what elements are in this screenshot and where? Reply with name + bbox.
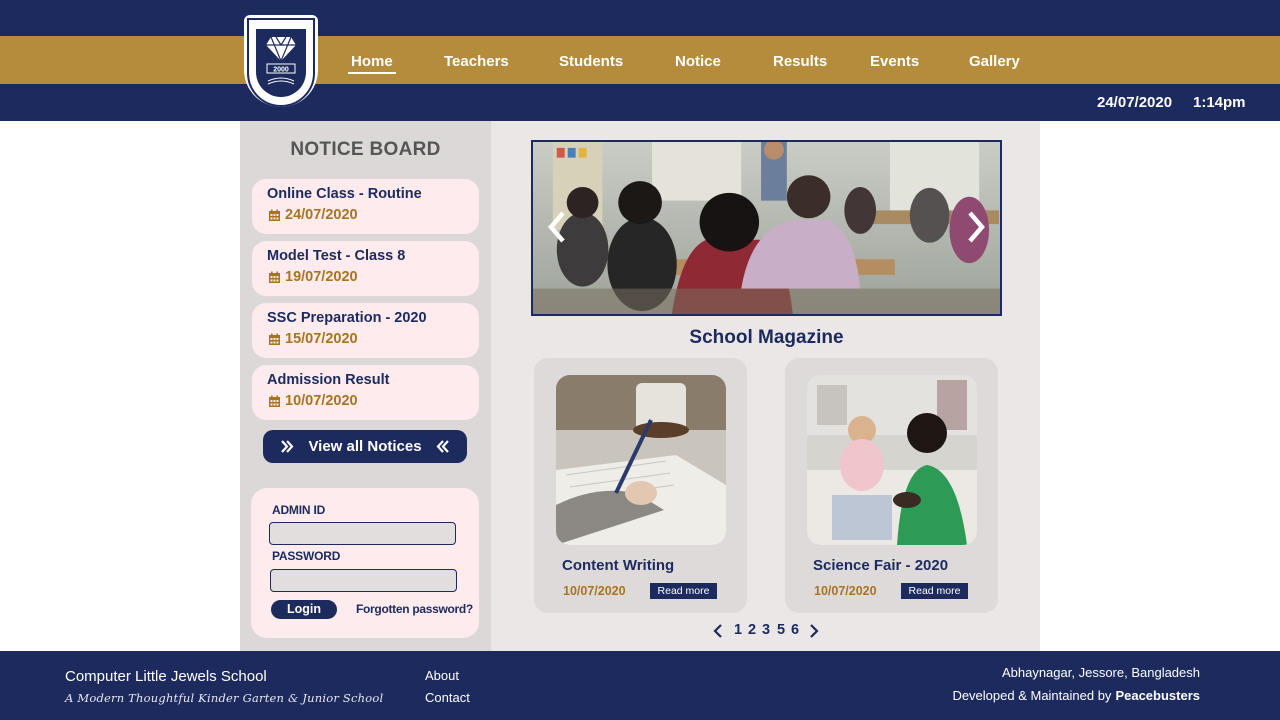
main-nav: Home Teachers Students Notice Results Ev… <box>0 36 1280 84</box>
password-label: PASSWORD <box>272 549 341 563</box>
view-all-notices-button[interactable]: View all Notices <box>263 430 467 463</box>
footer-school-name: Computer Little Jewels School <box>65 668 267 685</box>
pagination-prev-icon[interactable] <box>713 624 723 638</box>
nav-teachers[interactable]: Teachers <box>444 36 509 84</box>
forgot-password-link[interactable]: Forgotten password? <box>356 602 473 616</box>
current-time: 1:14pm <box>1193 94 1246 111</box>
double-chevron-right-icon <box>281 440 294 453</box>
magazine-card[interactable]: Content Writing 10/07/2020 Read more <box>534 358 747 613</box>
nav-events[interactable]: Events <box>870 36 919 84</box>
nav-gallery[interactable]: Gallery <box>969 36 1020 84</box>
page-link[interactable]: 6 <box>791 622 799 638</box>
read-more-button[interactable]: Read more <box>901 583 968 599</box>
nav-notice[interactable]: Notice <box>675 36 721 84</box>
admin-id-input[interactable] <box>269 522 456 545</box>
nav-students[interactable]: Students <box>559 36 623 84</box>
page-link[interactable]: 3 <box>762 622 770 638</box>
double-chevron-left-icon <box>436 440 449 453</box>
page-link[interactable]: 2 <box>748 622 756 638</box>
image-slider <box>531 140 1002 316</box>
calendar-icon <box>269 333 280 345</box>
current-date: 24/07/2020 <box>1097 94 1173 111</box>
notice-date: 24/07/2020 <box>268 207 358 223</box>
footer: Computer Little Jewels School A Modern T… <box>0 651 1280 720</box>
calendar-icon <box>269 209 280 221</box>
notice-title: SSC Preparation - 2020 <box>267 310 427 326</box>
notice-item[interactable]: Model Test - Class 8 19/07/2020 <box>252 241 479 296</box>
page-link[interactable]: 1 <box>734 622 742 638</box>
school-logo[interactable]: 2000 <box>244 15 318 107</box>
notice-item[interactable]: SSC Preparation - 2020 15/07/2020 <box>252 303 479 358</box>
notice-date: 10/07/2020 <box>268 393 358 409</box>
card-date: 10/07/2020 <box>814 584 877 598</box>
notice-title: Model Test - Class 8 <box>267 248 406 264</box>
developer-name[interactable]: Peacebusters <box>1115 688 1200 703</box>
notice-date: 15/07/2020 <box>268 331 358 347</box>
slider-next-arrow-icon[interactable] <box>966 210 986 244</box>
footer-tagline: A Modern Thoughtful Kinder Garten & Juni… <box>65 691 384 705</box>
notice-item[interactable]: Admission Result 10/07/2020 <box>252 365 479 420</box>
page-link[interactable]: 5 <box>777 622 785 638</box>
password-input[interactable] <box>270 569 457 592</box>
card-title: Science Fair - 2020 <box>813 557 949 574</box>
magazine-title: School Magazine <box>689 327 844 348</box>
classroom-photo <box>533 142 1000 314</box>
login-button[interactable]: Login <box>271 600 337 619</box>
notice-date: 19/07/2020 <box>268 269 358 285</box>
magazine-card[interactable]: Science Fair - 2020 10/07/2020 Read more <box>785 358 998 613</box>
card-title: Content Writing <box>562 557 675 574</box>
notice-item[interactable]: Online Class - Routine 24/07/2020 <box>252 179 479 234</box>
card-date: 10/07/2020 <box>563 584 626 598</box>
footer-contact-link[interactable]: Contact <box>425 690 470 705</box>
slider-prev-arrow-icon[interactable] <box>547 210 567 244</box>
footer-address: Abhaynagar, Jessore, Bangladesh <box>1001 665 1200 680</box>
notice-board-title: NOTICE BOARD <box>290 139 441 160</box>
nav-results[interactable]: Results <box>773 36 827 84</box>
nav-home[interactable]: Home <box>348 36 396 84</box>
footer-about-link[interactable]: About <box>425 668 459 683</box>
read-more-button[interactable]: Read more <box>650 583 717 599</box>
admin-id-label: ADMIN ID <box>272 503 326 517</box>
footer-developer: Developed & Maintained by Peacebusters <box>952 688 1200 703</box>
calendar-icon <box>269 271 280 283</box>
pagination-next-icon[interactable] <box>809 624 819 638</box>
card-image <box>556 375 726 545</box>
view-all-label: View all Notices <box>308 438 422 455</box>
logo-year: 2000 <box>273 67 289 74</box>
calendar-icon <box>269 395 280 407</box>
card-image <box>807 375 977 545</box>
notice-title: Online Class - Routine <box>267 186 422 202</box>
notice-title: Admission Result <box>267 372 390 388</box>
